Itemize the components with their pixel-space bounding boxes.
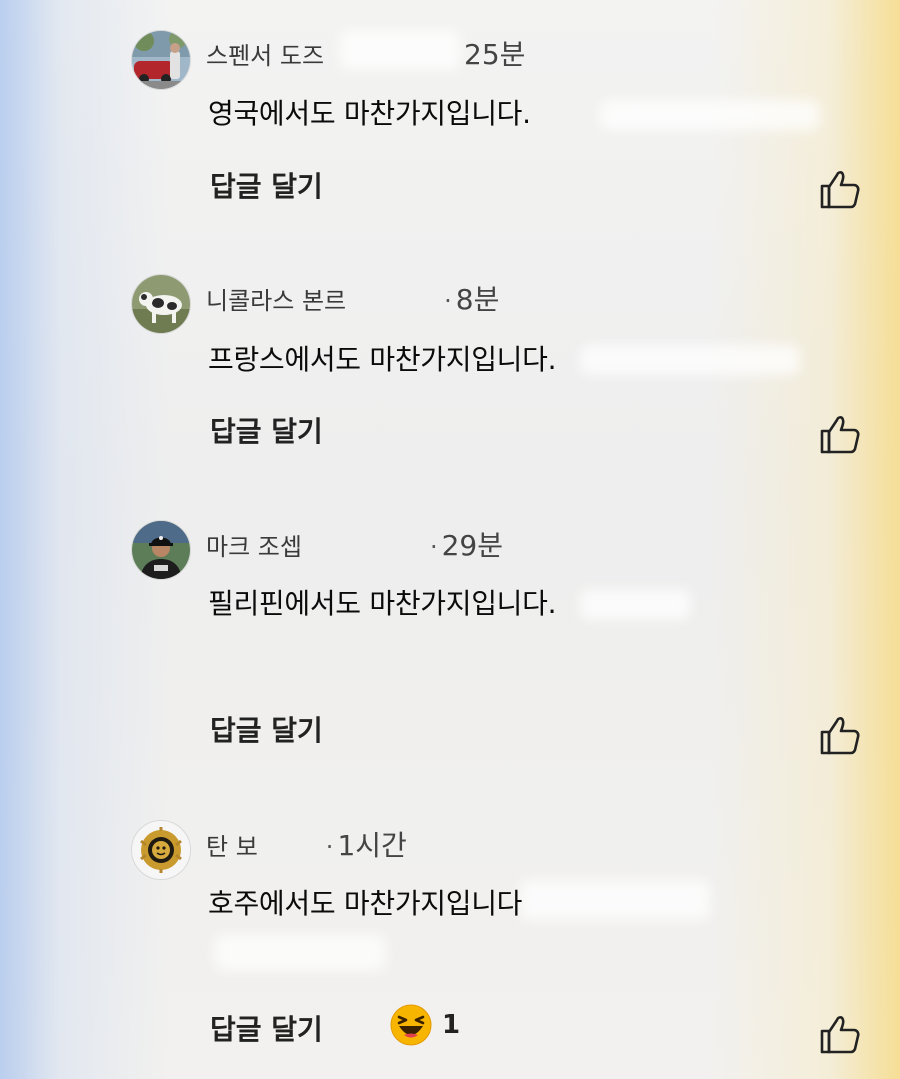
author-name[interactable]: 니콜라스 본르 xyxy=(206,281,346,316)
thumbs-up-icon xyxy=(820,717,860,755)
author-name[interactable]: 스펜서 도즈 xyxy=(206,36,324,71)
comment-text: 영국에서도 마찬가지입니다. xyxy=(208,97,531,130)
reaction-summary[interactable]: 1 xyxy=(390,1004,460,1046)
comment-meta: 니콜라스 본르 · 8분 xyxy=(206,278,499,318)
like-button[interactable] xyxy=(818,713,862,757)
gold-emblem-avatar-icon xyxy=(132,821,190,879)
comment-text: 프랑스에서도 마찬가지입니다. xyxy=(208,343,557,376)
laughing-emoji-icon xyxy=(390,1004,432,1046)
thumbs-up-icon xyxy=(820,171,860,209)
comment-text: 필리핀에서도 마찬가지입니다. xyxy=(208,587,557,620)
thumbs-up-icon xyxy=(820,1016,860,1054)
dog-avatar-icon xyxy=(132,275,190,333)
comment-time: 1시간 xyxy=(337,829,407,862)
comment-time: 29분 xyxy=(441,529,503,562)
comment-time: 25분 xyxy=(464,38,526,71)
blur-smudge xyxy=(600,100,820,130)
blur-smudge xyxy=(580,345,800,375)
separator-dot: · xyxy=(325,833,334,861)
reply-button[interactable]: 답글 달기 xyxy=(210,709,323,749)
avatar[interactable] xyxy=(131,30,191,90)
comment-meta: 스펜서 도즈 25분 xyxy=(206,33,525,73)
reply-button[interactable]: 답글 달기 xyxy=(210,410,323,450)
comment-meta: 마크 조셉 · 29분 xyxy=(206,524,503,564)
like-button[interactable] xyxy=(818,167,862,211)
avatar[interactable] xyxy=(131,520,191,580)
comment-meta: 탄 보 · 1시간 xyxy=(206,824,407,864)
comment-time: 8분 xyxy=(455,283,500,316)
avatar[interactable] xyxy=(131,820,191,880)
blur-smudge xyxy=(215,935,385,970)
separator-dot: · xyxy=(429,533,438,561)
separator-dot: · xyxy=(444,287,452,315)
blur-smudge xyxy=(580,590,690,620)
comment-text: 호주에서도 마찬가지입니다 xyxy=(208,887,523,920)
reply-button[interactable]: 답글 달기 xyxy=(210,165,323,205)
avatar[interactable] xyxy=(131,274,191,334)
blur-smudge xyxy=(520,880,710,920)
like-button[interactable] xyxy=(818,412,862,456)
thumbs-up-icon xyxy=(820,416,860,454)
person-avatar-car-icon xyxy=(132,31,190,89)
reply-button[interactable]: 답글 달기 xyxy=(210,1008,323,1048)
person-avatar-cap-icon xyxy=(132,521,190,579)
author-name[interactable]: 마크 조셉 xyxy=(206,527,302,562)
like-button[interactable] xyxy=(818,1012,862,1056)
author-name[interactable]: 탄 보 xyxy=(206,827,258,862)
reaction-count: 1 xyxy=(442,1010,461,1040)
